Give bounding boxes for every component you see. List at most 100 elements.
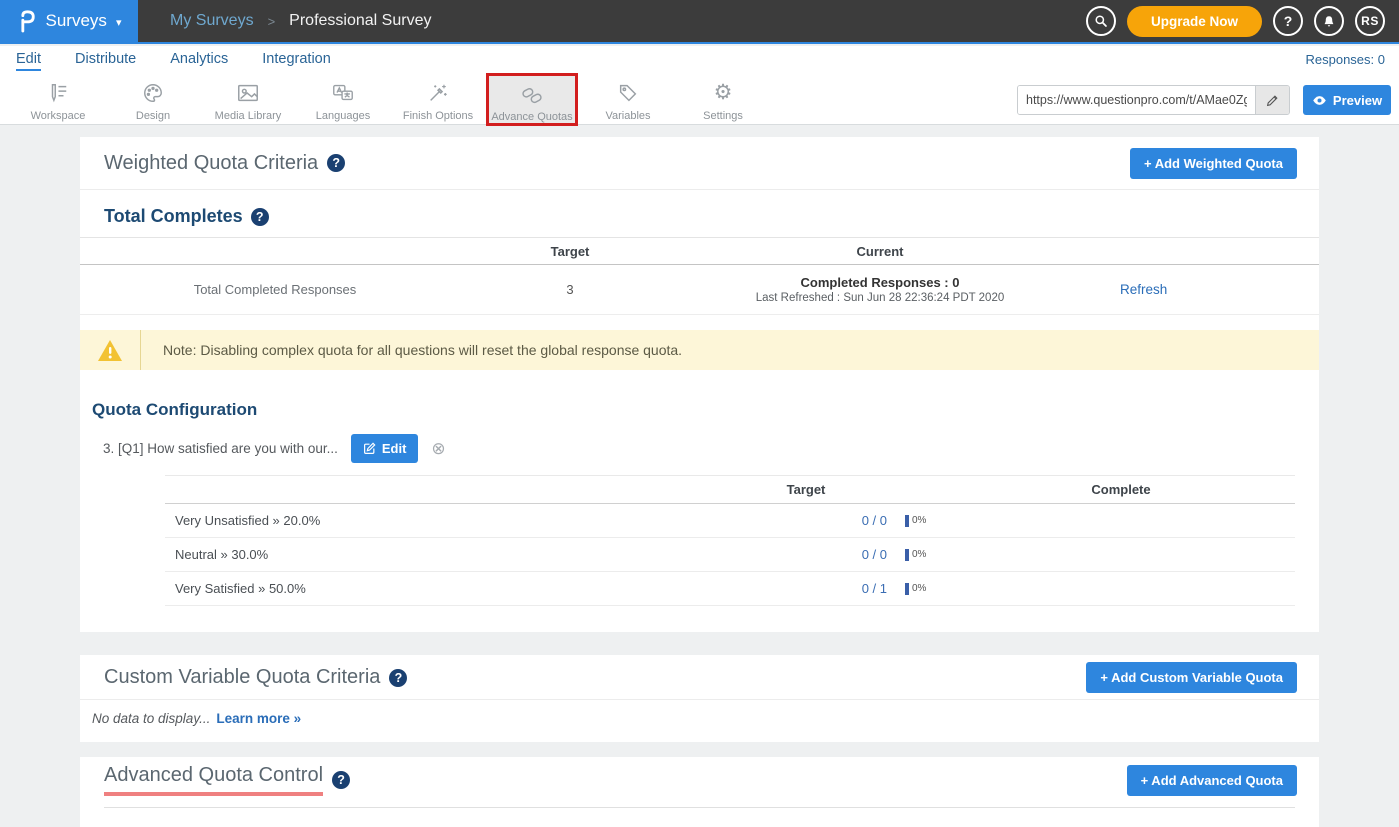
edit-pencil-icon xyxy=(363,442,376,455)
toolbar-item-settings[interactable]: ⚙ Settings xyxy=(677,80,769,122)
quota-row-target: 0 / 0 xyxy=(725,547,887,562)
advanced-quota-title: Advanced Quota Control ? xyxy=(104,764,350,796)
total-completes-table: Target Current Total Completed Responses… xyxy=(80,237,1319,315)
toolbar-item-design[interactable]: Design xyxy=(107,80,199,122)
progress-percent: 0% xyxy=(912,515,926,526)
advanced-quota-card: Advanced Quota Control ? + Add Advanced … xyxy=(80,757,1319,827)
add-custom-variable-quota-button[interactable]: + Add Custom Variable Quota xyxy=(1086,662,1297,693)
upgrade-now-button[interactable]: Upgrade Now xyxy=(1127,6,1262,37)
tag-icon xyxy=(617,82,639,104)
complete-column-header: Complete xyxy=(947,482,1295,497)
survey-url-field xyxy=(1017,85,1290,115)
toolbar-item-advance-quotas[interactable]: Advance Quotas xyxy=(486,73,578,126)
custom-variable-title: Custom Variable Quota Criteria ? xyxy=(104,666,407,689)
preview-label: Preview xyxy=(1333,93,1382,108)
toolbar-item-finish-options[interactable]: Finish Options xyxy=(392,80,484,122)
tab-analytics[interactable]: Analytics xyxy=(170,51,228,71)
tab-distribute[interactable]: Distribute xyxy=(75,51,136,71)
preview-button[interactable]: Preview xyxy=(1303,85,1391,115)
chain-link-icon xyxy=(520,85,544,107)
add-weighted-quota-button[interactable]: + Add Weighted Quota xyxy=(1130,148,1297,179)
custom-variable-help-icon[interactable]: ? xyxy=(389,669,407,687)
tab-integration[interactable]: Integration xyxy=(262,51,331,71)
progress-bar xyxy=(905,515,909,527)
advanced-quota-title-text: Advanced Quota Control xyxy=(104,764,323,796)
weighted-quota-title-text: Weighted Quota Criteria xyxy=(104,152,318,175)
tab-edit[interactable]: Edit xyxy=(16,51,41,71)
advanced-quota-help-icon[interactable]: ? xyxy=(332,771,350,789)
breadcrumb-my-surveys[interactable]: My Surveys xyxy=(170,12,254,30)
progress-bar xyxy=(905,583,909,595)
quota-row-neutral: Neutral » 30.0% 0 / 0 0% xyxy=(165,538,1295,572)
eye-icon xyxy=(1312,95,1327,106)
responses-count: Responses: 0 xyxy=(1306,52,1386,67)
weighted-quota-help-icon[interactable]: ? xyxy=(327,154,345,172)
no-data-text: No data to display... xyxy=(92,711,210,726)
wand-icon xyxy=(427,82,449,104)
toolbar-item-media-library[interactable]: Media Library xyxy=(202,80,294,122)
quota-row-progress: 0% xyxy=(887,583,947,595)
completed-responses-text: Completed Responses : 0 xyxy=(670,275,1090,290)
brand-label: Surveys xyxy=(46,11,107,31)
custom-variable-header: Custom Variable Quota Criteria ? + Add C… xyxy=(80,655,1319,700)
surveys-menu-button[interactable]: Surveys ▾ xyxy=(0,0,138,42)
custom-variable-quota-card: Custom Variable Quota Criteria ? + Add C… xyxy=(80,655,1319,742)
edit-button-label: Edit xyxy=(382,441,407,456)
add-advanced-quota-button[interactable]: + Add Advanced Quota xyxy=(1127,765,1297,796)
edit-quota-button[interactable]: Edit xyxy=(351,434,419,463)
quota-row-progress: 0% xyxy=(887,549,947,561)
current-column-header: Current xyxy=(670,244,1090,259)
help-button[interactable]: ? xyxy=(1273,6,1303,36)
search-icon xyxy=(1094,14,1108,28)
toolbar-label-variables: Variables xyxy=(605,110,650,122)
custom-variable-title-text: Custom Variable Quota Criteria xyxy=(104,666,380,689)
note-banner: Note: Disabling complex quota for all qu… xyxy=(80,330,1319,370)
total-completes-row: Total Completed Responses 3 Completed Re… xyxy=(80,265,1319,315)
total-completes-help-icon[interactable]: ? xyxy=(251,208,269,226)
translate-icon xyxy=(331,82,355,104)
learn-more-link[interactable]: Learn more » xyxy=(216,711,301,726)
toolbar-item-variables[interactable]: Variables xyxy=(582,80,674,122)
progress-percent: 0% xyxy=(912,583,926,594)
weighted-quota-title: Weighted Quota Criteria ? xyxy=(104,152,345,175)
no-data-row: No data to display... Learn more » xyxy=(92,711,1319,726)
survey-url-input[interactable] xyxy=(1018,86,1255,114)
toolbar-label-workspace: Workspace xyxy=(31,110,86,122)
quota-configuration-table: Target Complete Very Unsatisfied » 20.0%… xyxy=(165,475,1295,606)
advanced-quota-divider xyxy=(104,807,1295,808)
weighted-quota-header: Weighted Quota Criteria ? + Add Weighted… xyxy=(80,137,1319,190)
palette-icon xyxy=(142,82,164,104)
search-button[interactable] xyxy=(1086,6,1116,36)
total-completes-heading: Total Completes ? xyxy=(104,206,1295,227)
breadcrumb: My Surveys > Professional Survey xyxy=(170,12,431,30)
warning-icon xyxy=(80,339,140,362)
refresh-link[interactable]: Refresh xyxy=(1090,282,1319,297)
notifications-button[interactable] xyxy=(1314,6,1344,36)
toolbar-label-design: Design xyxy=(136,110,170,122)
progress-percent: 0% xyxy=(912,549,926,560)
target-value: 3 xyxy=(470,282,670,297)
target-column-header: Target xyxy=(725,482,887,497)
edit-url-button[interactable] xyxy=(1255,86,1289,114)
quota-row-label: Neutral » 30.0% xyxy=(165,547,725,562)
survey-tab-bar: Edit Distribute Analytics Integration Re… xyxy=(0,46,1399,76)
questionpro-logo xyxy=(17,9,37,33)
pencil-icon xyxy=(1266,94,1279,107)
total-completes-title-text: Total Completes xyxy=(104,206,243,227)
breadcrumb-separator-icon: > xyxy=(268,14,276,29)
toolbar-item-languages[interactable]: Languages xyxy=(297,80,389,122)
top-navigation-bar: Surveys ▾ My Surveys > Professional Surv… xyxy=(0,0,1399,44)
total-completed-responses-label: Total Completed Responses xyxy=(80,282,470,297)
remove-quota-icon[interactable]: ⊗ xyxy=(431,440,445,457)
avatar[interactable]: RS xyxy=(1355,6,1385,36)
quota-row-very-satisfied: Very Satisfied » 50.0% 0 / 1 0% xyxy=(165,572,1295,606)
toolbar-label-media-library: Media Library xyxy=(215,110,282,122)
quota-table-header-row: Target Complete xyxy=(165,475,1295,504)
toolbar-item-workspace[interactable]: Workspace xyxy=(12,80,104,122)
total-completes-header-row: Target Current xyxy=(80,237,1319,265)
toolbar-label-finish-options: Finish Options xyxy=(403,110,473,122)
toolbar-label-languages: Languages xyxy=(316,110,370,122)
quota-row-progress: 0% xyxy=(887,515,947,527)
target-column-header: Target xyxy=(470,244,670,259)
workspace-icon xyxy=(47,82,69,104)
